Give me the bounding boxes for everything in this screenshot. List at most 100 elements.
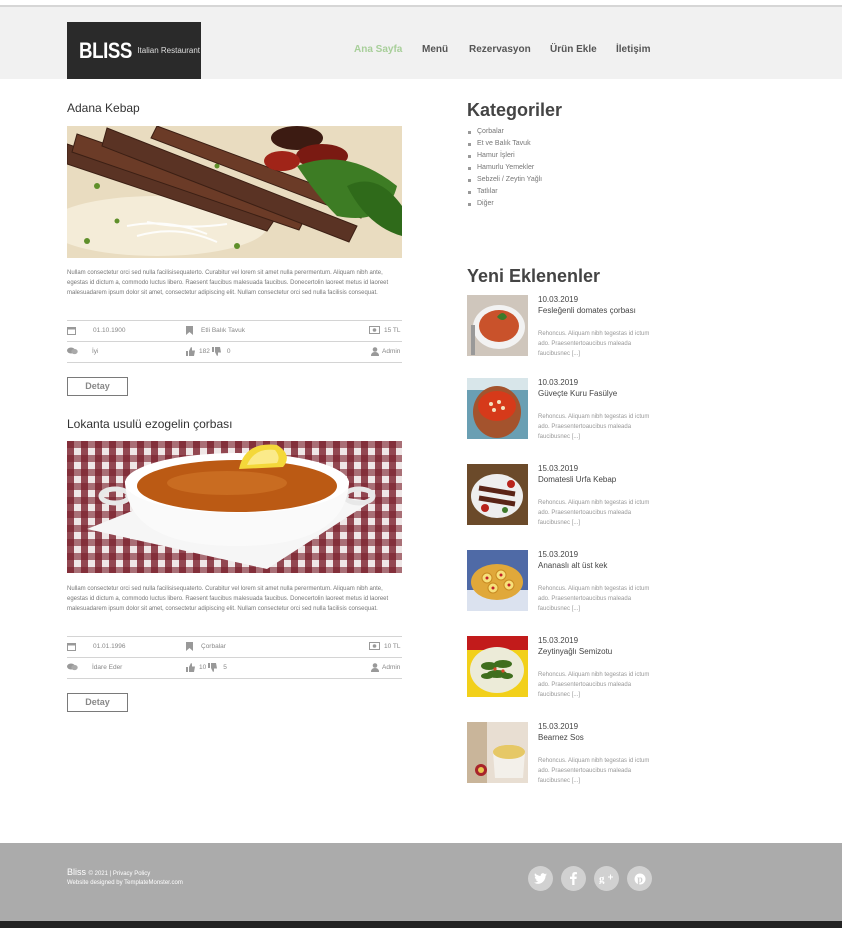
- bookmark-icon: [186, 642, 193, 651]
- categories-title: Kategoriler: [467, 100, 563, 120]
- post-comment: İdare Eder: [67, 663, 122, 671]
- bearnaise-thumb[interactable]: [467, 722, 528, 783]
- detail-button[interactable]: Detay: [67, 693, 128, 712]
- post-excerpt: Nullam consectetur orci sed nulla facili…: [67, 270, 389, 296]
- post-image-kebab[interactable]: [67, 126, 402, 258]
- category-item[interactable]: Çorbalar: [467, 126, 542, 138]
- recent-date: 10.03.2019: [538, 295, 579, 304]
- money-icon: [369, 326, 380, 334]
- recent-item[interactable]: 10.03.2019 Fesleğenli domates çorbası Re…: [467, 295, 657, 357]
- category-item[interactable]: Sebzeli / Zeytin Yağlı: [467, 174, 542, 186]
- nav-reservation[interactable]: Rezervasyon: [469, 44, 531, 55]
- meta-divider: [67, 341, 402, 342]
- recent-name[interactable]: Fesleğenli domates çorbası: [538, 306, 636, 315]
- recent-desc: Rehoncus. Aliquam nibh tegestas id ictum…: [538, 672, 650, 698]
- post-author: Admin: [371, 663, 400, 672]
- nav-home[interactable]: Ana Sayfa: [354, 44, 402, 55]
- recent-title: Yeni Eklenenler: [467, 266, 601, 286]
- thumbs-down-icon: [211, 347, 221, 356]
- bookmark-icon: [186, 326, 193, 335]
- recent-date: 15.03.2019: [538, 722, 579, 731]
- pineapple-cake-thumb[interactable]: [467, 550, 528, 611]
- category-item[interactable]: Diğer: [467, 198, 542, 210]
- recent-name[interactable]: Güveçte Kuru Fasülye: [538, 389, 617, 398]
- recent-desc: Rehoncus. Aliquam nibh tegestas id ictum…: [538, 586, 650, 612]
- recent-item[interactable]: 15.03.2019 Ananaslı alt üst kek Rehoncus…: [467, 550, 657, 612]
- money-icon: [369, 642, 380, 650]
- site-header: BLISS Italian Restaurant Ana Sayfa Menü …: [0, 7, 842, 79]
- category-list: Çorbalar Et ve Balık Tavuk Hamur İşleri …: [467, 126, 542, 210]
- recent-item[interactable]: 15.03.2019 Bearnez Sos Rehoncus. Aliquam…: [467, 722, 657, 784]
- site-footer: Bliss © 2021 | Privacy Policy Website de…: [0, 843, 842, 921]
- post-excerpt: Nullam consectetur orci sed nulla facili…: [67, 586, 389, 612]
- footer-copyright[interactable]: © 2021 | Privacy Policy: [89, 871, 151, 877]
- recent-name[interactable]: Bearnez Sos: [538, 733, 584, 742]
- pinterest-icon[interactable]: p: [627, 866, 652, 891]
- category-item[interactable]: Et ve Balık Tavuk: [467, 138, 542, 150]
- svg-text:g: g: [599, 873, 605, 884]
- thumbs-up-icon: [186, 347, 195, 356]
- post-title[interactable]: Adana Kebap: [67, 101, 140, 115]
- thumbs-down-icon: [208, 663, 218, 672]
- recent-date: 15.03.2019: [538, 464, 579, 473]
- tomato-soup-thumb[interactable]: [467, 295, 528, 356]
- logo[interactable]: BLISS Italian Restaurant: [67, 22, 201, 79]
- google-plus-icon[interactable]: g: [594, 866, 619, 891]
- recent-desc: Rehoncus. Aliquam nibh tegestas id ictum…: [538, 758, 650, 784]
- meta-divider: [67, 636, 402, 637]
- post-category[interactable]: Etli Balık Tavuk: [186, 326, 245, 335]
- recent-item[interactable]: 15.03.2019 Zeytinyağlı Semizotu Rehoncus…: [467, 636, 657, 698]
- category-item[interactable]: Hamur İşleri: [467, 150, 542, 162]
- twitter-icon[interactable]: [528, 866, 553, 891]
- recent-name[interactable]: Domatesli Urfa Kebap: [538, 475, 616, 484]
- comments-icon: [67, 347, 78, 355]
- post-author: Admin: [371, 347, 400, 356]
- post-votes: 10 5: [186, 663, 227, 672]
- calendar-icon: [67, 327, 76, 335]
- meta-divider: [67, 657, 402, 658]
- bottom-bar: [0, 921, 842, 928]
- user-icon: [371, 347, 379, 356]
- meta-divider: [67, 320, 402, 321]
- recent-date: 15.03.2019: [538, 636, 579, 645]
- urfa-kebab-thumb[interactable]: [467, 464, 528, 525]
- logo-tagline: Italian Restaurant: [137, 46, 200, 55]
- recent-desc: Rehoncus. Aliquam nibh tegestas id ictum…: [538, 331, 650, 357]
- recent-item[interactable]: 15.03.2019 Domatesli Urfa Kebap Rehoncus…: [467, 464, 657, 526]
- recent-name[interactable]: Zeytinyağlı Semizotu: [538, 647, 612, 656]
- post-price: 15 TL: [369, 326, 401, 334]
- facebook-icon[interactable]: [561, 866, 586, 891]
- post-date: 01.01.1996: [67, 642, 126, 651]
- post-date: 01.10.1900: [67, 326, 126, 335]
- footer-brand: Bliss © 2021 | Privacy Policy: [67, 867, 150, 877]
- footer-brand-name[interactable]: Bliss: [67, 867, 86, 877]
- category-item[interactable]: Hamurlu Yemekler: [467, 162, 542, 174]
- nav-add-product[interactable]: Ürün Ekle: [550, 44, 597, 55]
- nav-contact[interactable]: İletişim: [616, 44, 650, 55]
- recent-desc: Rehoncus. Aliquam nibh tegestas id ictum…: [538, 500, 650, 526]
- post-price: 10 TL: [369, 642, 401, 650]
- nav-menu[interactable]: Menü: [422, 44, 448, 55]
- user-icon: [371, 663, 379, 672]
- recent-date: 15.03.2019: [538, 550, 579, 559]
- recent-date: 10.03.2019: [538, 378, 579, 387]
- post-title[interactable]: Lokanta usulü ezogelin çorbası: [67, 417, 232, 431]
- footer-credit[interactable]: Website designed by TemplateMonster.com: [67, 880, 183, 886]
- recent-item[interactable]: 10.03.2019 Güveçte Kuru Fasülye Rehoncus…: [467, 378, 657, 440]
- recent-desc: Rehoncus. Aliquam nibh tegestas id ictum…: [538, 414, 650, 440]
- post-category[interactable]: Çorbalar: [186, 642, 226, 651]
- post-comment: İyi: [67, 347, 99, 355]
- recent-name[interactable]: Ananaslı alt üst kek: [538, 561, 607, 570]
- thumbs-up-icon: [186, 663, 195, 672]
- logo-text: BLISS: [79, 37, 132, 63]
- calendar-icon: [67, 643, 76, 651]
- post-votes: 182 0: [186, 347, 230, 356]
- post-image-soup[interactable]: [67, 441, 402, 573]
- meta-divider: [67, 678, 402, 679]
- detail-button[interactable]: Detay: [67, 377, 128, 396]
- category-item[interactable]: Tatlılar: [467, 186, 542, 198]
- meta-divider: [67, 362, 402, 363]
- bean-stew-thumb[interactable]: [467, 378, 528, 439]
- comments-icon: [67, 663, 78, 671]
- purslane-thumb[interactable]: [467, 636, 528, 697]
